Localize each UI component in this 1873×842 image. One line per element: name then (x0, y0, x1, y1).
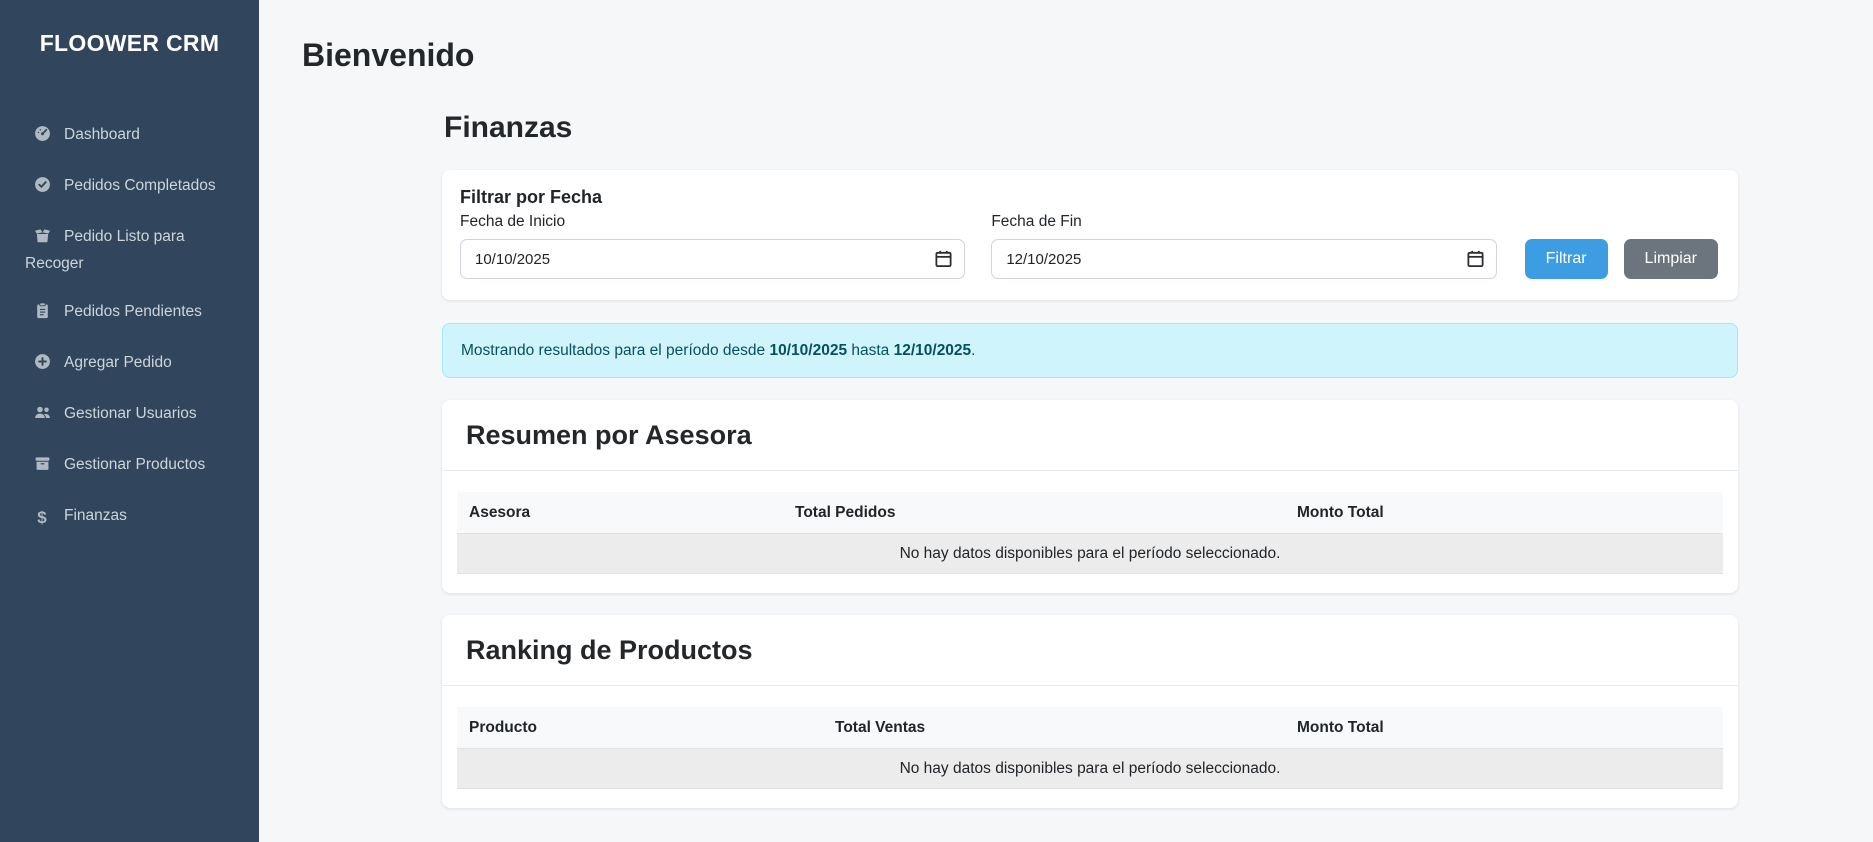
ranking-col-producto: Producto (457, 707, 823, 749)
start-date-label: Fecha de Inicio (460, 213, 965, 231)
app-title: FLOOWER CRM (0, 0, 259, 57)
summary-col-asesora: Asesora (457, 492, 783, 534)
summary-empty-row: No hay datos disponibles para el período… (457, 534, 1723, 574)
alert-text: Mostrando resultados para el período des… (461, 342, 769, 359)
end-date-input[interactable] (991, 239, 1496, 279)
ranking-empty-message: No hay datos disponibles para el período… (457, 749, 1723, 789)
ranking-col-monto-total: Monto Total (1285, 707, 1723, 749)
summary-table: Asesora Total Pedidos Monto Total No hay… (457, 492, 1723, 574)
summary-empty-message: No hay datos disponibles para el período… (457, 534, 1723, 574)
users-icon (32, 404, 52, 429)
finanzas-section: Finanzas Filtrar por Fecha Fecha de Inic… (442, 110, 1738, 808)
alert-end-date: 12/10/2025 (894, 342, 972, 359)
sidebar: FLOOWER CRM Dashboard Pedidos Completado… (0, 0, 259, 842)
end-date-field: Fecha de Fin (991, 208, 1496, 279)
sidebar-item-pedidos-pendientes[interactable]: Pedidos Pendientes (0, 288, 259, 339)
filter-button[interactable]: Filtrar (1525, 239, 1608, 279)
summary-col-monto-total: Monto Total (1285, 492, 1723, 534)
sidebar-item-gestionar-productos[interactable]: Gestionar Productos (0, 441, 259, 492)
sidebar-item-label: Gestionar Usuarios (64, 405, 197, 422)
alert-text: . (971, 342, 975, 359)
box-open-icon (32, 227, 52, 252)
sidebar-item-label: Finanzas (64, 507, 127, 524)
page-title: Bienvenido (302, 36, 1873, 74)
gauge-icon (32, 125, 52, 150)
filter-title: Filtrar por Fecha (460, 187, 1718, 208)
start-date-input[interactable] (460, 239, 965, 279)
start-date-field: Fecha de Inicio (460, 208, 965, 279)
sidebar-item-label: Pedidos Pendientes (64, 303, 202, 320)
summary-card-title: Resumen por Asesora (466, 419, 1714, 451)
sidebar-item-gestionar-usuarios[interactable]: Gestionar Usuarios (0, 390, 259, 441)
sidebar-nav: Dashboard Pedidos Completados Pedido Lis… (0, 111, 259, 542)
plus-circle-icon (32, 353, 52, 378)
check-circle-icon (32, 176, 52, 201)
ranking-table: Producto Total Ventas Monto Total No hay… (457, 707, 1723, 789)
summary-col-total-pedidos: Total Pedidos (783, 492, 1285, 534)
sidebar-item-pedidos-completados[interactable]: Pedidos Completados (0, 162, 259, 213)
box-icon (32, 455, 52, 480)
sidebar-item-label: Gestionar Productos (64, 456, 205, 473)
ranking-col-total-ventas: Total Ventas (823, 707, 1285, 749)
summary-table-header-row: Asesora Total Pedidos Monto Total (457, 492, 1723, 534)
alert-start-date: 10/10/2025 (769, 342, 847, 359)
sidebar-item-pedido-listo[interactable]: Pedido Listo para Recoger (0, 213, 259, 288)
calendar-icon[interactable] (934, 249, 953, 268)
sidebar-item-agregar-pedido[interactable]: Agregar Pedido (0, 339, 259, 390)
sidebar-item-dashboard[interactable]: Dashboard (0, 111, 259, 162)
date-filter-card: Filtrar por Fecha Fecha de Inicio Fecha … (442, 170, 1738, 300)
dollar-icon: $ (32, 506, 52, 530)
clipboard-icon (32, 302, 52, 327)
end-date-label: Fecha de Fin (991, 213, 1496, 231)
alert-text: hasta (847, 342, 894, 359)
ranking-empty-row: No hay datos disponibles para el período… (457, 749, 1723, 789)
sidebar-item-label: Agregar Pedido (64, 354, 172, 371)
sidebar-item-label: Dashboard (64, 126, 140, 143)
results-alert: Mostrando resultados para el período des… (442, 323, 1738, 378)
section-title: Finanzas (444, 110, 1738, 145)
main-content: Bienvenido Finanzas Filtrar por Fecha Fe… (259, 0, 1873, 842)
summary-card: Resumen por Asesora Asesora Total Pedido… (442, 400, 1738, 593)
sidebar-item-label: Pedidos Completados (64, 177, 216, 194)
sidebar-item-finanzas[interactable]: $ Finanzas (0, 492, 259, 542)
ranking-card-title: Ranking de Productos (466, 634, 1714, 666)
ranking-table-header-row: Producto Total Ventas Monto Total (457, 707, 1723, 749)
calendar-icon[interactable] (1466, 249, 1485, 268)
clear-button[interactable]: Limpiar (1624, 239, 1718, 279)
ranking-card: Ranking de Productos Producto Total Vent… (442, 615, 1738, 808)
